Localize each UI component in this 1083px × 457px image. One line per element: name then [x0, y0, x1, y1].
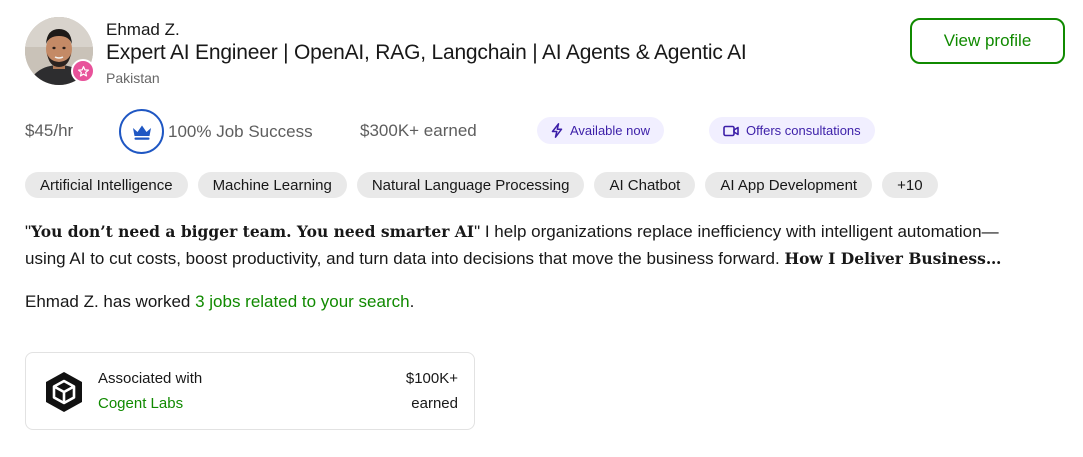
skill-chip[interactable]: AI App Development — [705, 172, 873, 198]
associated-with-label: Associated with — [98, 370, 203, 387]
job-success-label: 100% Job Success — [168, 121, 313, 141]
job-history-summary: Ehmad Z. has worked 3 jobs related to yo… — [25, 292, 415, 311]
freelancer-title[interactable]: Expert AI Engineer | OpenAI, RAG, Langch… — [106, 41, 747, 65]
skill-chip[interactable]: AI Chatbot — [594, 172, 696, 198]
crown-icon — [119, 109, 164, 154]
skill-chip[interactable]: Natural Language Processing — [356, 172, 585, 198]
offers-consultations-label: Offers consultations — [746, 123, 861, 138]
available-now-label: Available now — [570, 123, 650, 138]
skill-chip[interactable]: Artificial Intelligence — [25, 172, 188, 198]
cube-logo-icon — [43, 370, 85, 414]
skills-list: Artificial Intelligence Machine Learning… — [25, 172, 938, 198]
profile-overview[interactable]: "You don’t need a bigger team. You need … — [25, 218, 1060, 272]
view-profile-button[interactable]: View profile — [910, 18, 1065, 64]
video-camera-icon — [723, 125, 739, 136]
skill-chip[interactable]: Machine Learning — [197, 172, 347, 198]
agency-name-link[interactable]: Cogent Labs — [98, 395, 183, 412]
hourly-rate: $45/hr — [25, 121, 74, 140]
job-success-badge: 100% Job Success — [119, 109, 313, 154]
avatar-container[interactable] — [25, 17, 95, 85]
agency-earnings-amount: $100K+ — [405, 370, 458, 387]
freelancer-location: Pakistan — [106, 70, 160, 86]
overview-heading: How I Deliver Business… — [784, 249, 1002, 268]
freelancer-card[interactable]: Ehmad Z. Expert AI Engineer | OpenAI, RA… — [0, 0, 1083, 457]
overview-line-1: "You don’t need a bigger team. You need … — [25, 222, 999, 241]
agency-association-card[interactable]: Associated with Cogent Labs $100K+ earne… — [25, 352, 475, 430]
star-icon — [71, 59, 95, 83]
offers-consultations-badge: Offers consultations — [709, 117, 875, 144]
available-now-badge: Available now — [537, 117, 664, 144]
overview-tagline: You don’t need a bigger team. You need s… — [31, 222, 475, 241]
related-jobs-link[interactable]: 3 jobs related to your search — [195, 292, 410, 311]
lightning-bolt-icon — [551, 123, 563, 138]
overview-line-2: using AI to cut costs, boost productivit… — [25, 249, 1002, 268]
agency-earnings-label: earned — [411, 395, 458, 412]
freelancer-name[interactable]: Ehmad Z. — [106, 20, 180, 40]
total-earned: $300K+ earned — [360, 121, 477, 140]
more-skills-chip[interactable]: +10 — [882, 172, 938, 198]
